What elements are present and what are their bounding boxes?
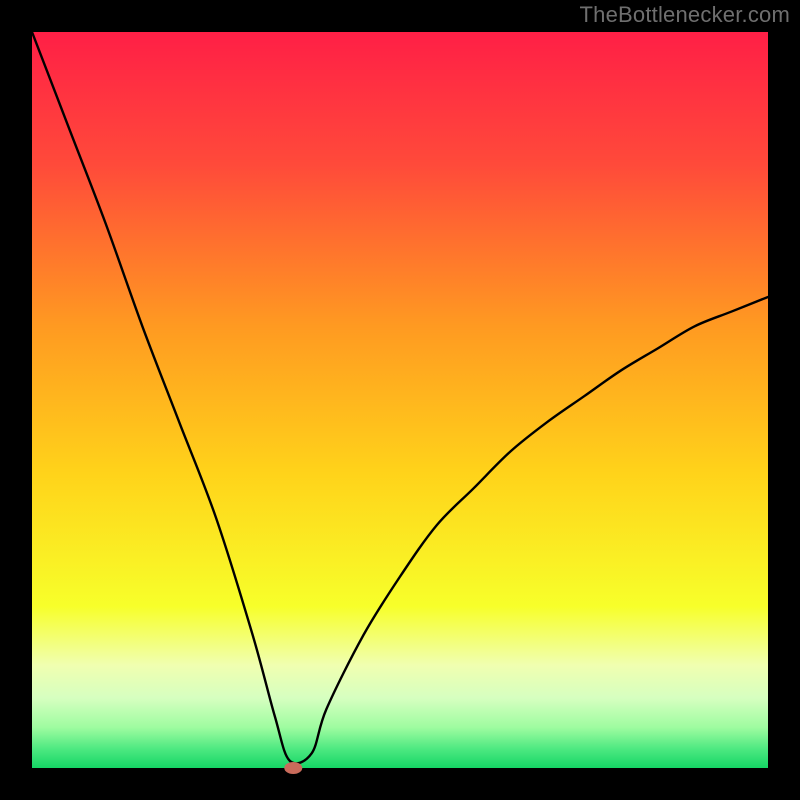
chart-container: TheBottlenecker.com bbox=[0, 0, 800, 800]
optimum-marker bbox=[284, 762, 302, 774]
plot-background bbox=[32, 32, 768, 768]
bottleneck-chart bbox=[0, 0, 800, 800]
watermark-text: TheBottlenecker.com bbox=[580, 2, 790, 28]
